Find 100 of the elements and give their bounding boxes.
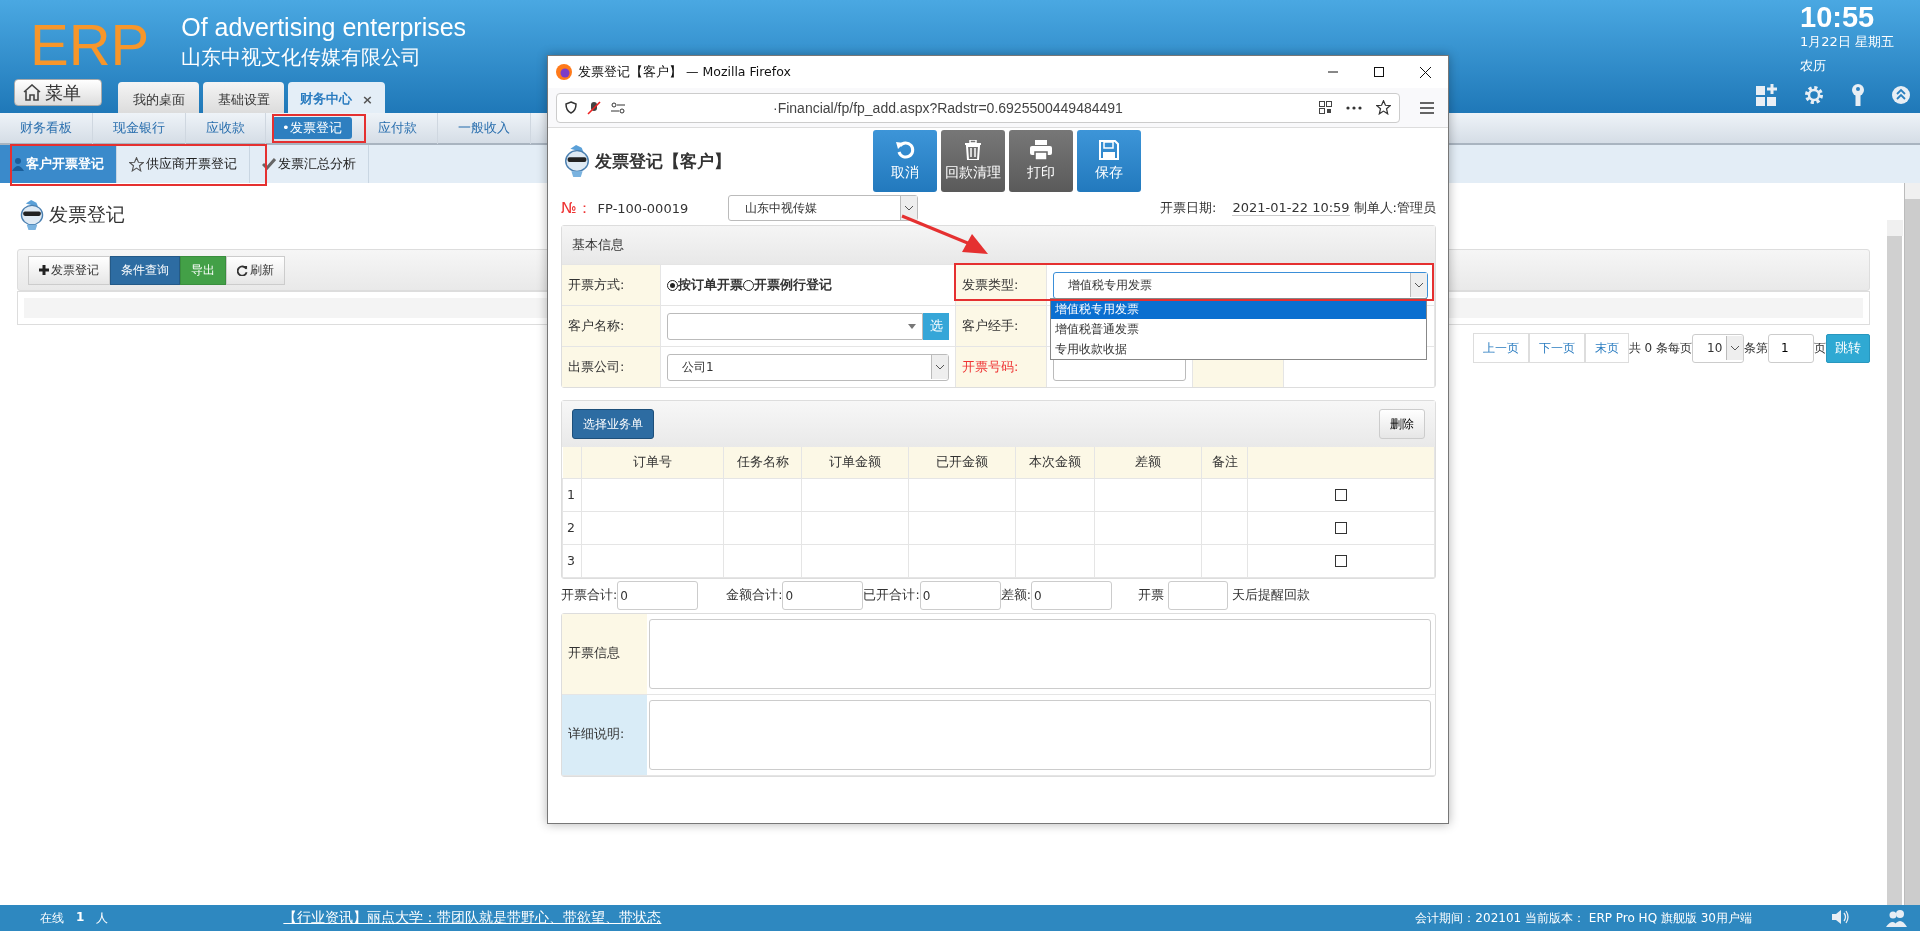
remind-label: 天后提醒回款	[1231, 587, 1310, 604]
select-orders-button[interactable]: 选择业务单	[572, 409, 654, 439]
toolbar-button[interactable]: 条件查询	[110, 255, 180, 285]
nav-item[interactable]: 一般收入	[437, 112, 531, 144]
key-icon[interactable]	[1850, 84, 1866, 106]
star-icon[interactable]	[1376, 100, 1391, 115]
nav-item[interactable]: 现金银行	[93, 112, 186, 144]
field-label: 出票公司:	[562, 346, 661, 387]
lunar-calendar: 农历	[1800, 57, 1827, 75]
issuer-select[interactable]: 公司1	[667, 353, 949, 381]
clock: 10:55	[1800, 2, 1876, 32]
pager-link[interactable]: 上一页	[1472, 333, 1529, 363]
date-value: 2021-01-22 10:59	[1232, 200, 1350, 216]
scrollbar[interactable]	[1904, 183, 1920, 905]
page-label: 条第	[1744, 339, 1768, 357]
settings-icon[interactable]	[1804, 85, 1824, 105]
sub-tab[interactable]: 客户开票登记	[0, 145, 117, 183]
radio-option[interactable]: 按订单开票	[667, 276, 743, 294]
field-label: 发票类型:	[956, 264, 1047, 305]
action-button[interactable]: 取消	[873, 130, 937, 192]
company-select[interactable]: 山东中视传媒	[727, 195, 918, 221]
online-count: 1	[76, 909, 85, 926]
add-widget-icon[interactable]	[1756, 84, 1778, 106]
tab[interactable]: 财务中心 ×	[288, 82, 385, 113]
online-label: 在线	[40, 909, 64, 927]
remind-label: 开票	[1137, 587, 1164, 604]
field-label: 详细说明:	[562, 694, 647, 775]
online-unit: 人	[96, 909, 109, 927]
page-input[interactable]: 1	[1768, 333, 1814, 363]
app-title: Of advertising enterprises	[181, 12, 467, 42]
toolbar-button[interactable]: 发票登记	[28, 255, 110, 285]
row-number: 2	[562, 511, 582, 544]
caret-icon	[1731, 345, 1739, 351]
nav-item[interactable]: 应收款	[186, 112, 266, 144]
users-icon[interactable]	[1886, 909, 1908, 927]
row-checkbox[interactable]	[1335, 521, 1347, 534]
pager-link[interactable]: 末页	[1584, 333, 1629, 363]
column-header: 订单金额	[801, 447, 909, 478]
scrollbar[interactable]	[1887, 220, 1902, 905]
total-field[interactable]: 0	[919, 581, 1001, 610]
total-field[interactable]: 0	[617, 581, 699, 610]
nav-item[interactable]: 财务看板	[0, 112, 93, 144]
total-label: 已开合计:	[863, 587, 920, 604]
toolbar-button[interactable]: 刷新	[226, 255, 285, 285]
logo: ERP	[30, 16, 150, 74]
field-label: 客户名称:	[562, 305, 661, 346]
printer-icon	[1030, 140, 1052, 160]
floppy-icon	[1099, 140, 1119, 160]
version-info: 会计期间：202101 当前版本： ERP Pro HQ 旗舰版 30用户端	[1415, 909, 1752, 927]
news-link[interactable]: 【行业资讯】丽点大学：带团队就是带野心、带欲望、带状态	[283, 909, 662, 927]
form-title: 发票登记【客户】	[595, 149, 732, 173]
action-button[interactable]: 打印	[1009, 130, 1073, 192]
company-name: 山东中视文化传媒有限公司	[181, 44, 423, 71]
field-label: 开票信息	[562, 613, 647, 694]
menu-icon[interactable]	[1420, 101, 1434, 114]
more-icon[interactable]	[1346, 105, 1362, 110]
delete-button[interactable]: 删除	[1379, 409, 1425, 439]
nav-item[interactable]: 应付款	[357, 112, 438, 144]
nav-item[interactable]: •发票登记	[272, 117, 352, 139]
refresh-icon	[237, 264, 248, 276]
row-number: 3	[562, 544, 582, 577]
tab[interactable]: 我的桌面	[118, 82, 199, 113]
tab[interactable]: 基础设置	[203, 82, 284, 113]
maker-label: 制单人:	[1353, 199, 1397, 217]
sub-tab[interactable]: 发票汇总分析	[250, 145, 369, 183]
undo-icon	[895, 140, 915, 160]
remind-days-field[interactable]	[1167, 581, 1228, 610]
invoice-number: FP-100-00019	[597, 200, 690, 216]
pager-link[interactable]: 下一页	[1528, 333, 1585, 363]
close-icon[interactable]: ×	[362, 92, 373, 107]
plus-icon	[39, 265, 49, 275]
sliders-icon[interactable]	[611, 101, 625, 114]
shield-icon[interactable]	[565, 101, 577, 114]
total-label: 共 0 条每页	[1628, 339, 1692, 357]
dropdown-option[interactable]: 增值税普通发票	[1051, 319, 1426, 339]
action-button[interactable]: 回款清理	[941, 130, 1005, 192]
section-header: 基本信息	[562, 226, 1435, 264]
total-field[interactable]: 0	[782, 581, 864, 610]
field-label: 客户经手:	[956, 305, 1047, 346]
number-label: №：	[561, 198, 592, 218]
speaker-icon[interactable]	[1832, 909, 1850, 925]
sub-tab[interactable]: 供应商开票登记	[117, 145, 250, 183]
row-checkbox[interactable]	[1335, 554, 1347, 567]
row-checkbox[interactable]	[1335, 488, 1347, 501]
caret-icon	[1415, 282, 1423, 288]
qr-code-icon[interactable]	[1319, 101, 1332, 114]
dropdown-option[interactable]: 专用收款收据	[1051, 339, 1426, 359]
total-field[interactable]: 0	[1030, 581, 1112, 610]
page-unit: 页	[1814, 339, 1826, 357]
page-size-select[interactable]: 10	[1692, 333, 1744, 363]
total-label: 开票合计:	[561, 587, 618, 604]
blocked-mic-icon[interactable]	[587, 100, 601, 115]
address-bar[interactable]: ·Financial/fp/fp_add.aspx?Radstr=0.6925500449484491	[556, 92, 1400, 123]
radio-option[interactable]: 开票例行登记	[743, 276, 832, 294]
total-label: 差额:	[1000, 587, 1031, 604]
action-button[interactable]: 保存	[1077, 130, 1141, 192]
column-header: 已开金额	[908, 447, 1016, 478]
menu-button[interactable]: 菜单	[14, 79, 102, 106]
dropdown-option[interactable]: 增值税专用发票	[1051, 299, 1426, 319]
collapse-icon[interactable]	[1892, 86, 1910, 104]
